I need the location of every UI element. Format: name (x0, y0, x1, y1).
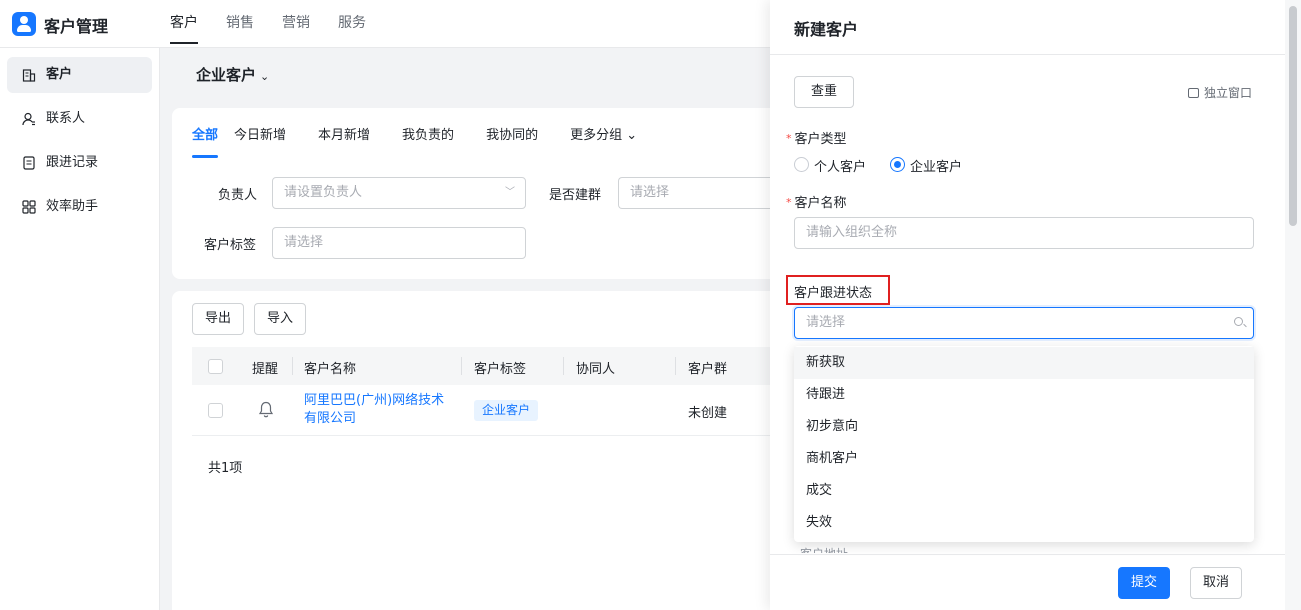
grid-icon (22, 200, 36, 214)
tab-my-collab[interactable]: 我协同的 (486, 124, 538, 158)
dedup-button[interactable]: 查重 (794, 76, 854, 108)
required-star: * (786, 132, 792, 145)
col-customer-name: 客户名称 (304, 362, 357, 377)
tab-month-new[interactable]: 本月新增 (318, 124, 370, 158)
divider (770, 54, 1285, 55)
table-header: 提醒 客户名称 客户标签 协同人 客户群 (192, 347, 782, 385)
option-invalid[interactable]: 失效 (794, 507, 1254, 539)
tab-today-new[interactable]: 今日新增 (234, 124, 286, 158)
chevron-down-icon: ﹀ (505, 187, 515, 198)
option-new-acquired[interactable]: 新获取 (794, 347, 1254, 379)
radio-circle (890, 157, 905, 172)
bell-icon[interactable] (258, 401, 274, 418)
total-count: 共1项 (208, 461, 243, 476)
required-star: * (786, 196, 792, 209)
row-checkbox[interactable] (208, 403, 223, 418)
radio-circle (794, 157, 809, 172)
partial-field-label: 客户地址 (800, 545, 848, 553)
table-card: 导出 导入 提醒 客户名称 客户标签 协同人 客户群 阿里巴巴(广州)网络技术有… (172, 291, 782, 610)
option-to-follow[interactable]: 待跟进 (794, 379, 1254, 411)
sidebar-item-label: 跟进记录 (46, 155, 99, 170)
col-customer-group: 客户群 (688, 362, 728, 377)
owner-filter-label: 负责人 (218, 188, 258, 203)
column-divider (292, 357, 293, 375)
sidebar-item-efficiency[interactable]: 效率助手 (7, 189, 152, 225)
customer-group-cell: 未创建 (688, 406, 728, 421)
tab-my-owned[interactable]: 我负责的 (402, 124, 454, 158)
group-filter-label: 是否建群 (549, 188, 602, 203)
cancel-button[interactable]: 取消 (1190, 567, 1242, 599)
owner-filter-select[interactable]: 请设置负责人 ﹀ (272, 177, 526, 209)
column-divider (563, 357, 564, 375)
sidebar-item-contacts[interactable]: 联系人 (7, 101, 152, 137)
option-initial-intent[interactable]: 初步意向 (794, 411, 1254, 443)
col-customer-tag: 客户标签 (474, 362, 527, 377)
scrollbar[interactable] (1285, 0, 1301, 610)
page-title[interactable]: 企业客户 ⌄ (196, 64, 269, 85)
customer-name-link[interactable]: 阿里巴巴(广州)网络技术有限公司 (304, 392, 454, 428)
option-deal[interactable]: 成交 (794, 475, 1254, 507)
import-button[interactable]: 导入 (254, 303, 307, 335)
follow-status-select[interactable]: 请选择 (794, 307, 1254, 339)
drawer-title: 新建客户 (794, 20, 859, 39)
tag-filter-label: 客户标签 (204, 238, 257, 253)
divider (770, 554, 1285, 555)
sidebar-item-label: 效率助手 (46, 199, 99, 214)
col-reminder: 提醒 (252, 362, 279, 377)
export-button[interactable]: 导出 (192, 303, 245, 335)
building-icon (22, 69, 36, 82)
chevron-down-icon: ⌄ (260, 70, 270, 83)
group-tabs: 全部 今日新增 本月新增 我负责的 我协同的 更多分组 ⌄ (192, 124, 669, 158)
top-nav-customer[interactable]: 客户 (170, 0, 198, 48)
contact-icon (22, 112, 35, 126)
search-icon (1234, 317, 1243, 326)
column-divider (461, 357, 462, 375)
customer-name-input[interactable]: 请输入组织全称 (794, 217, 1254, 249)
tab-all[interactable]: 全部 (192, 124, 219, 158)
column-divider (675, 357, 676, 375)
top-nav-marketing[interactable]: 营销 (282, 0, 310, 48)
filter-card: 全部 今日新增 本月新增 我负责的 我协同的 更多分组 ⌄ 负责人 请设置负责人… (172, 108, 782, 279)
top-nav-sales[interactable]: 销售 (226, 0, 254, 48)
col-collaborator: 协同人 (576, 362, 616, 377)
sidebar-item-label: 客户 (46, 67, 73, 82)
scrollbar-thumb[interactable] (1289, 6, 1297, 226)
app-logo-icon (12, 12, 36, 36)
sidebar: 客户 联系人 跟进记录 效率助手 (0, 48, 160, 610)
sidebar-item-customer[interactable]: 客户 (7, 57, 152, 93)
radio-personal-customer[interactable]: 个人客户 (794, 156, 866, 175)
top-nav-service[interactable]: 服务 (338, 0, 366, 48)
follow-status-label: 客户跟进状态 (794, 286, 873, 301)
group-filter-select[interactable]: 请选择 (618, 177, 782, 209)
follow-status-dropdown: 新获取 待跟进 初步意向 商机客户 成交 失效 (794, 346, 1254, 542)
customer-tag-badge: 企业客户 (474, 400, 539, 421)
tab-more-groups[interactable]: 更多分组 ⌄ (570, 124, 637, 158)
sidebar-item-follow-records[interactable]: 跟进记录 (7, 145, 152, 181)
customer-name-label: * 客户名称 (786, 196, 847, 211)
radio-enterprise-customer[interactable]: 企业客户 (890, 156, 962, 175)
sidebar-item-label: 联系人 (46, 111, 86, 126)
select-all-checkbox[interactable] (208, 359, 223, 374)
submit-button[interactable]: 提交 (1118, 567, 1170, 599)
table-row[interactable]: 阿里巴巴(广州)网络技术有限公司 企业客户 未创建 (192, 385, 782, 436)
popout-icon (1188, 88, 1199, 98)
new-customer-drawer: 新建客户 查重 独立窗口 * 客户类型 个人客户 企业客户 * 客户名称 请输入组织… (770, 0, 1301, 610)
record-icon (23, 156, 35, 170)
top-nav: 客户 销售 营销 服务 (170, 0, 366, 48)
popout-window-button[interactable]: 独立窗口 (1188, 84, 1252, 101)
tag-filter-select[interactable]: 请选择 (272, 227, 526, 259)
customer-type-label: * 客户类型 (786, 132, 847, 147)
app-title: 客户管理 (44, 17, 109, 36)
option-opportunity[interactable]: 商机客户 (794, 443, 1254, 475)
